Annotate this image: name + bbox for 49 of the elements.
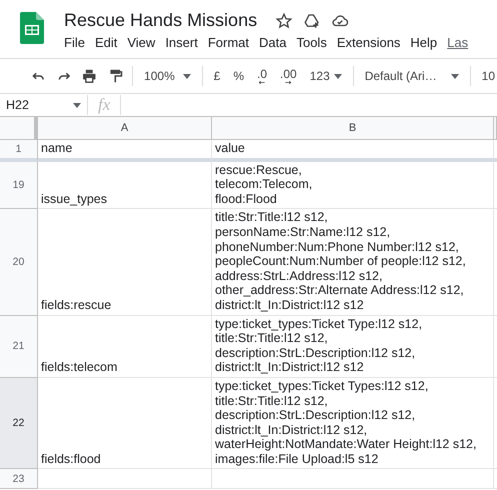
cell-text: rescue:Rescue, telecom:Telecom, flood:Flood — [215, 162, 312, 206]
number-format-dropdown[interactable]: 123 — [308, 64, 344, 88]
menu-item[interactable]: File — [64, 35, 85, 50]
caret-icon — [182, 74, 191, 78]
menu-item[interactable]: Help — [410, 35, 438, 50]
caret-icon — [73, 102, 81, 108]
cell-text: title:Str:Title:l12 s12, personName:Str:Name:l12 s12, phoneNumber:Num:Phone Number:l12 s12, peopleCount:Num:Number of people:l12 s12, address:StrL:Address:l12 s12, other_address:Str:Alternate Address:l12 s12, district:lt_In:District:l12 s12 — [215, 210, 466, 313]
increase-decimals-button[interactable]: .00 — [278, 68, 299, 84]
menu-item[interactable]: Data — [259, 35, 286, 50]
menu-item[interactable]: Extensions — [336, 35, 400, 50]
cell-text: type:ticket_types:Ticket Type:l12 s12, title:Str:Title:l12 s12, description:StrL:Description:l12 s12, district:lt_In:District:l12 s12 — [215, 316, 422, 375]
row-header[interactable]: 20 — [0, 209, 38, 316]
row-header[interactable]: 19 — [0, 162, 38, 210]
cell-text: fields:telecom — [41, 360, 118, 375]
caret-icon — [450, 74, 459, 78]
star-icon[interactable] — [275, 12, 294, 30]
decrease-decimals-button[interactable]: .0 — [255, 68, 270, 84]
arrow-icon — [258, 80, 266, 84]
font-size-field[interactable]: 10 — [480, 64, 497, 88]
row-header[interactable]: 1 — [0, 140, 38, 162]
caret-icon — [334, 74, 342, 78]
cell-text: fields:flood — [41, 452, 101, 466]
menu-item[interactable]: Format — [208, 35, 249, 50]
menu-item[interactable]: Tools — [296, 35, 327, 50]
cell-text: type:ticket_types:Ticket Types:l12 s12, title:Str:Title:l12 s12, description:StrL:Description:l12 s12, district:lt_In:District:l12 s12, waterHeight:NotMandate:Water Height:l12 s12, images:file:File Upload:l5 s12 — [215, 378, 476, 466]
percent-button[interactable]: % — [231, 64, 246, 88]
menu-item[interactable]: Insert — [165, 35, 198, 50]
print-icon[interactable] — [81, 67, 98, 85]
row-header[interactable]: 22 — [0, 378, 38, 470]
row-header[interactable]: 21 — [0, 316, 38, 378]
arrow-icon — [284, 80, 292, 84]
cell-text: name — [41, 141, 72, 156]
sheets-logo-icon[interactable] — [20, 12, 44, 44]
row-header[interactable]: 23 — [0, 469, 38, 490]
column-header[interactable]: A — [38, 117, 212, 140]
cell-text: issue_types — [41, 192, 108, 206]
font-dropdown[interactable]: Default (Ari… — [362, 64, 461, 88]
column-header[interactable]: B — [212, 117, 494, 140]
last-edit-link[interactable]: Las — [447, 35, 468, 50]
menu-item[interactable]: View — [127, 35, 156, 50]
document-title[interactable]: Rescue Hands Missions — [64, 10, 258, 31]
empty-cell[interactable] — [212, 469, 494, 490]
name-box[interactable]: H22 — [0, 95, 88, 115]
currency-button[interactable]: £ — [212, 64, 222, 88]
menu-item[interactable]: Edit — [94, 35, 118, 50]
cell-text: value — [215, 141, 245, 156]
drive-add-icon[interactable] — [303, 12, 322, 30]
cell-text: fields:rescue — [41, 298, 112, 313]
zoom-dropdown[interactable]: 100% — [142, 64, 193, 88]
